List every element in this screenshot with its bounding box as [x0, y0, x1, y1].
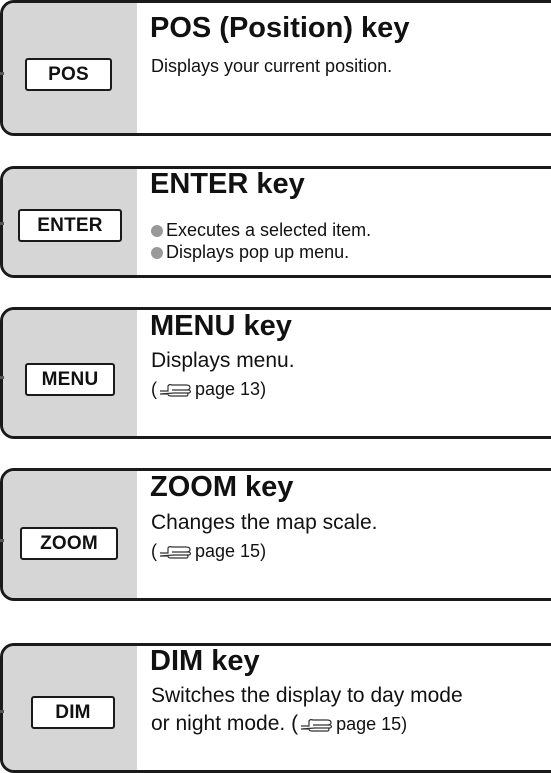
- page-reference: or night mode. (page 15): [151, 710, 463, 741]
- dim-key-title: DIM key: [150, 645, 260, 677]
- zoom-key-title: ZOOM key: [150, 471, 294, 503]
- enter-key-card: ENTER ENTER key Executes a selected item…: [0, 166, 551, 278]
- menu-key-title: MENU key: [150, 310, 292, 342]
- key-marker: [0, 539, 4, 542]
- pos-key-button[interactable]: POS: [25, 58, 112, 91]
- dim-key-description: Switches the display to day mode or nigh…: [151, 682, 463, 741]
- pointing-hand-icon: [300, 713, 334, 741]
- enter-key-button[interactable]: ENTER: [18, 209, 122, 242]
- page-reference: (page 13): [151, 375, 295, 406]
- bullet-icon: [151, 225, 163, 237]
- bullet-icon: [151, 247, 163, 259]
- enter-key-bullets: Executes a selected item. Displays pop u…: [151, 219, 371, 263]
- pos-key-title: POS (Position) key: [150, 12, 410, 44]
- bullet-item: Executes a selected item.: [151, 219, 371, 241]
- zoom-key-description: Changes the map scale. (page 15): [151, 509, 377, 568]
- pointing-hand-icon: [159, 378, 193, 406]
- dim-key-card: DIM DIM key Switches the display to day …: [0, 643, 551, 773]
- menu-key-description: Displays menu. (page 13): [151, 347, 295, 406]
- key-marker: [0, 710, 4, 713]
- key-marker: [0, 72, 4, 75]
- bullet-item: Displays pop up menu.: [151, 241, 371, 263]
- menu-key-card: MENU MENU key Displays menu. (page 13): [0, 307, 551, 439]
- key-marker: [0, 376, 4, 379]
- page-reference: (page 15): [151, 537, 377, 568]
- key-marker: [0, 222, 4, 225]
- dim-key-button[interactable]: DIM: [31, 696, 115, 729]
- enter-key-title: ENTER key: [150, 168, 305, 200]
- zoom-key-card: ZOOM ZOOM key Changes the map scale. (pa…: [0, 468, 551, 601]
- pos-key-description: Displays your current position.: [151, 56, 393, 76]
- pos-key-card: POS POS (Position) key Displays your cur…: [0, 0, 551, 136]
- menu-key-button[interactable]: MENU: [25, 363, 115, 396]
- zoom-key-button[interactable]: ZOOM: [20, 527, 118, 560]
- pointing-hand-icon: [159, 540, 193, 568]
